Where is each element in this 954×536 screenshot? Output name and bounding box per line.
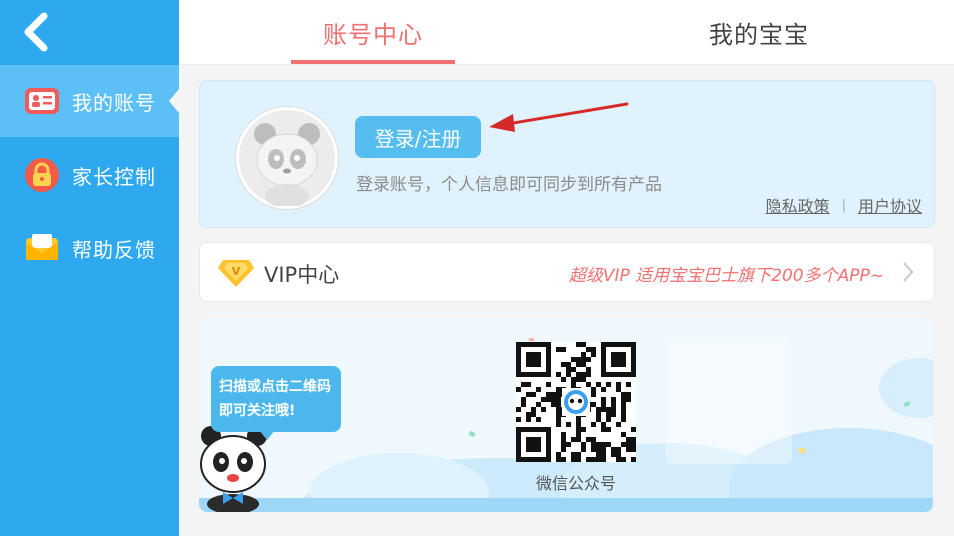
sidebar-item-label: 帮助反馈 bbox=[72, 237, 156, 262]
policy-links: 隐私政策 | 用户协议 bbox=[766, 193, 922, 217]
annotation-arrow-icon bbox=[489, 102, 629, 132]
user-agreement-link[interactable]: 用户协议 bbox=[858, 193, 922, 217]
mail-icon bbox=[24, 230, 60, 266]
tab-active-underline bbox=[291, 60, 455, 64]
chevron-left-icon bbox=[24, 12, 48, 52]
wechat-qr-code[interactable] bbox=[516, 342, 636, 462]
tab-my-baby[interactable]: 我的宝宝 bbox=[679, 0, 839, 64]
active-indicator bbox=[169, 89, 179, 113]
svg-text:V: V bbox=[232, 265, 241, 278]
vip-promo-text: 超级VIP 适用宝宝巴士旗下200多个APP~ bbox=[568, 266, 884, 286]
sidebar-item-parental-control[interactable]: 家长控制 bbox=[0, 139, 179, 211]
back-button[interactable] bbox=[18, 10, 58, 54]
bubble-tail bbox=[259, 430, 275, 440]
sidebar-item-label: 家长控制 bbox=[72, 164, 156, 189]
qr-hint-line1: 扫描或点击二维码 bbox=[219, 379, 331, 395]
sidebar-item-help-feedback[interactable]: 帮助反馈 bbox=[0, 212, 179, 284]
qr-label: 微信公众号 bbox=[535, 474, 616, 493]
tab-label: 账号中心 bbox=[323, 20, 423, 49]
vip-center-row[interactable]: V VIP中心 超级VIP 适用宝宝巴士旗下200多个APP~ bbox=[199, 242, 935, 302]
link-separator: | bbox=[841, 197, 846, 213]
sidebar-item-my-account[interactable]: 我的账号 bbox=[0, 65, 179, 137]
chevron-right-icon bbox=[903, 262, 914, 282]
vip-diamond-icon: V bbox=[217, 258, 255, 292]
avatar[interactable] bbox=[236, 107, 338, 209]
wechat-qr-card: 扫描或点击二维码 即可关注哦! 微信公众号 bbox=[199, 318, 933, 512]
lock-icon bbox=[24, 157, 60, 193]
qr-code-icon bbox=[516, 342, 636, 462]
privacy-policy-link[interactable]: 隐私政策 bbox=[766, 193, 830, 217]
tab-bar: 账号中心 我的宝宝 bbox=[179, 0, 954, 65]
tab-account-center[interactable]: 账号中心 bbox=[291, 0, 455, 64]
id-card-icon bbox=[24, 83, 60, 119]
login-hint-text: 登录账号，个人信息即可同步到所有产品 bbox=[356, 175, 662, 195]
vip-title: VIP中心 bbox=[264, 263, 340, 287]
panda-avatar-icon bbox=[254, 123, 320, 208]
qr-hint-line2: 即可关注哦! bbox=[219, 403, 296, 419]
sidebar-item-label: 我的账号 bbox=[72, 90, 156, 115]
tab-label: 我的宝宝 bbox=[709, 20, 809, 49]
sidebar: 我的账号 家长控制 帮助反馈 bbox=[0, 0, 179, 536]
qr-hint-bubble: 扫描或点击二维码 即可关注哦! bbox=[211, 366, 341, 432]
faded-panel bbox=[666, 338, 792, 464]
login-register-button[interactable]: 登录/注册 bbox=[355, 116, 481, 158]
